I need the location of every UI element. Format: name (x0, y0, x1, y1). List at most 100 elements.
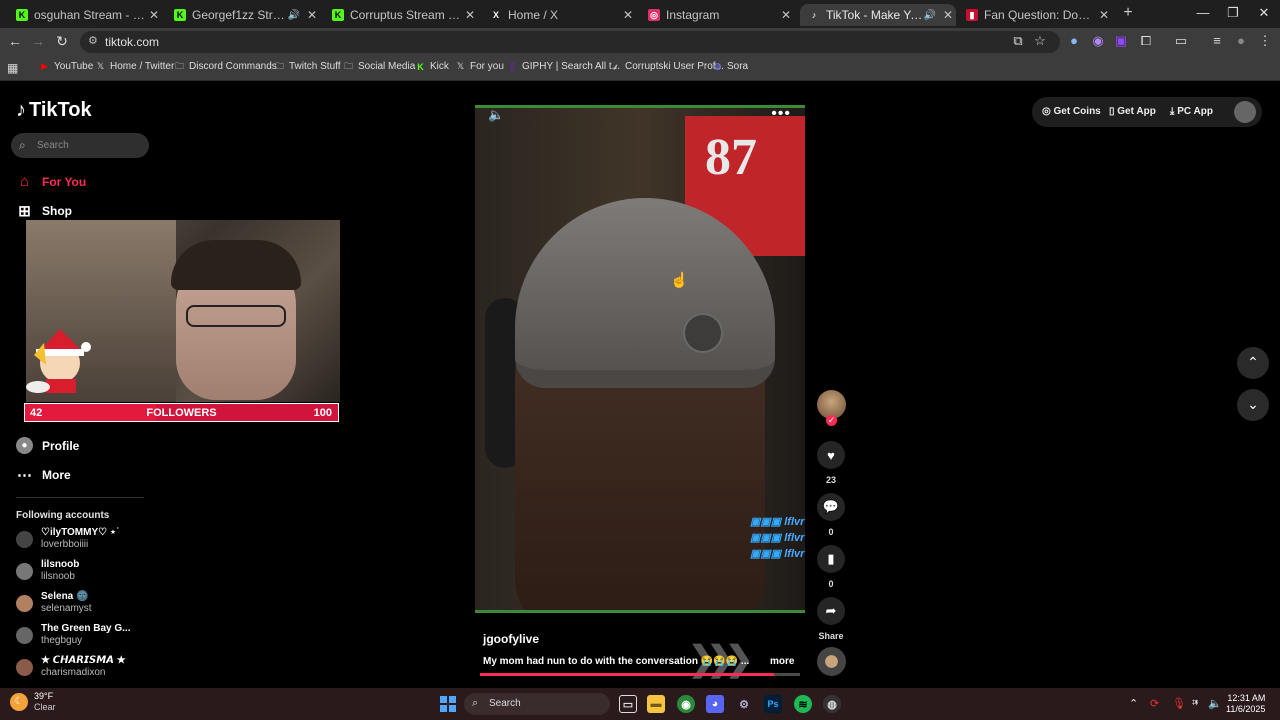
bookmark-for-you[interactable]: 𝕏 For you (455, 61, 504, 72)
following-account[interactable]: The Green Bay G... thegbguy (16, 623, 130, 647)
nav-shop[interactable]: ⊞ Shop (16, 202, 72, 220)
bookmark-twitter[interactable]: 𝕏 Home / Twitter (95, 61, 174, 72)
window-close-button[interactable]: ✕ (1253, 5, 1275, 21)
close-icon[interactable]: ✕ (940, 8, 956, 22)
comment-icon[interactable]: 💬 (817, 493, 845, 521)
tray-overflow-icon[interactable]: ⌃ (1129, 697, 1138, 710)
close-icon[interactable]: ✕ (778, 8, 794, 22)
share-icon[interactable]: ➦ (817, 597, 845, 625)
chrome-icon[interactable]: ◉ (677, 695, 695, 713)
browser-tab[interactable]: X Home / X ✕ (482, 4, 636, 26)
discord-icon[interactable]: ◕ (706, 695, 724, 713)
reload-button[interactable]: ↻ (53, 33, 71, 50)
get-app-label: Get App (1117, 106, 1156, 117)
speaker-icon[interactable]: 🔊 (924, 10, 936, 21)
tiktok-logo[interactable]: ♪ TikTok (16, 99, 92, 122)
speaker-icon[interactable]: 🔊 (288, 10, 300, 21)
sora-icon: ◍ (713, 61, 722, 71)
bookmark-sora[interactable]: ◍ Sora (712, 61, 749, 72)
site-info-icon[interactable]: ⚙ (88, 34, 98, 47)
wifi-icon[interactable]: ◔ (1192, 697, 1199, 709)
pc-app-button[interactable]: ⤓ PC App (1170, 106, 1213, 117)
bookmark-corruptski[interactable]: ⸙ Corruptski User Prof... (610, 61, 724, 72)
browser-tab[interactable]: ▮ Fan Question: Does the fat gam ✕ (958, 4, 1112, 26)
address-bar[interactable]: ⚙ tiktok.com (80, 31, 1060, 53)
like-action[interactable]: ♥ 23 (817, 441, 845, 485)
steam-icon[interactable]: ⚙ (735, 695, 753, 713)
taskbar-search[interactable]: ⌕ Search (464, 693, 610, 715)
tray-app-icon[interactable]: ⟳ (1150, 697, 1159, 710)
new-tab-button[interactable]: + (1120, 4, 1136, 22)
obs-icon[interactable]: ◍ (823, 695, 841, 713)
more-options-icon[interactable]: ••• (771, 105, 791, 123)
save-action[interactable]: ▮ 0 (817, 545, 845, 589)
browser-tab[interactable]: K Corruptus Stream - Kick Dashb ✕ (324, 4, 478, 26)
microphone-icon[interactable]: 🎙 (1172, 697, 1186, 710)
profile-avatar[interactable]: ● (1232, 33, 1250, 48)
following-account[interactable]: lilsnoob lilsnoob (16, 559, 79, 583)
twitch-extension-icon[interactable]: ▣ (1112, 33, 1130, 49)
cast-icon[interactable]: ⧉ (1009, 33, 1027, 49)
close-icon[interactable]: ✕ (620, 8, 636, 22)
heart-icon[interactable]: ♥ (817, 441, 845, 469)
bookmark-folder-social[interactable]: 🗀 Social Media (343, 60, 415, 73)
system-clock[interactable]: 12:31 AM 11/6/2025 (1226, 693, 1265, 715)
back-button[interactable]: ← (6, 33, 24, 49)
get-app-button[interactable]: ▯ Get App (1109, 106, 1156, 117)
extension-icon[interactable]: ◉ (1089, 33, 1107, 49)
extensions-puzzle-icon[interactable]: ⧠ (1137, 33, 1155, 49)
following-account[interactable]: ♡ilyTOMMY♡ ⋆˙ loverbboiiii (16, 527, 119, 551)
nav-profile[interactable]: ● Profile (16, 437, 79, 454)
previous-video-button[interactable]: ⌃ (1237, 347, 1269, 379)
windows-start-icon[interactable] (440, 696, 456, 712)
photoshop-icon[interactable]: Ps (764, 695, 782, 713)
get-coins-button[interactable]: ◎ Get Coins (1042, 106, 1101, 117)
comment-action[interactable]: 💬 0 (817, 493, 845, 537)
browser-tab-active[interactable]: ♪ TikTok - Make Your Day 🔊 ✕ (800, 4, 956, 26)
music-disc-icon[interactable] (817, 647, 846, 676)
video-progress-bar[interactable] (480, 673, 800, 676)
minimize-button[interactable]: — (1192, 5, 1214, 20)
taskbar-search-label: Search (489, 698, 521, 709)
apps-grid-icon[interactable]: ▦ (7, 61, 18, 75)
media-icon[interactable]: ≡ (1208, 33, 1226, 48)
following-account[interactable]: ★ 𝘾𝙃𝘼𝙍𝙄𝙎𝙈𝘼 ★ charismadixon (16, 655, 126, 679)
following-account[interactable]: Selena 🌚 selenamyst (16, 591, 92, 615)
volume-icon[interactable]: 🔈 (1208, 697, 1222, 710)
search-icon: ⌕ (19, 138, 26, 152)
bookmark-icon[interactable]: ▮ (817, 545, 845, 573)
folder-icon: 🗀 (343, 60, 353, 71)
user-avatar[interactable] (1234, 101, 1256, 123)
caption-more-link[interactable]: more (770, 656, 794, 667)
maximize-button[interactable]: ❐ (1222, 5, 1244, 21)
bookmark-youtube[interactable]: ▶ YouTube (39, 61, 93, 72)
bookmark-giphy[interactable]: ▯ GIPHY | Search All t... (507, 61, 620, 72)
extension-icon[interactable]: ● (1065, 33, 1083, 48)
video-username[interactable]: jgoofylive (483, 632, 539, 646)
browser-tab[interactable]: K Georgef1zz Stream - Watch 🔊 ✕ (166, 4, 320, 26)
close-icon[interactable]: ✕ (304, 8, 320, 22)
follow-check-icon[interactable]: ✓ (826, 415, 837, 426)
bookmark-folder-twitch[interactable]: 🗀 Twitch Stuff (274, 61, 341, 73)
nav-more[interactable]: ⋯ More (16, 466, 71, 484)
file-explorer-icon[interactable]: ▬ (647, 695, 665, 713)
spotify-icon[interactable]: ≋ (794, 695, 812, 713)
browser-tab[interactable]: ◎ Instagram ✕ (640, 4, 794, 26)
close-icon[interactable]: ✕ (146, 8, 162, 22)
weather-widget[interactable]: ☾ 39°F Clear (10, 691, 56, 713)
browser-tab[interactable]: K osguhan Stream - Kick Dashbo ✕ (8, 4, 162, 26)
task-view-icon[interactable]: ▭ (619, 695, 637, 713)
search-input[interactable]: ⌕ Search (11, 133, 149, 158)
bookmark-kick[interactable]: K Kick (415, 61, 449, 72)
bookmark-star-icon[interactable]: ☆ (1031, 33, 1049, 49)
close-icon[interactable]: ✕ (462, 8, 478, 22)
forward-button[interactable]: → (29, 33, 47, 49)
bookmark-folder-discord[interactable]: 🗀 Discord Commands (174, 61, 277, 73)
sidebar-icon[interactable]: ▭ (1172, 33, 1190, 49)
share-action[interactable]: ➦ Share (817, 597, 845, 641)
nav-for-you[interactable]: ⌂ For You (16, 173, 86, 190)
close-icon[interactable]: ✕ (1096, 8, 1112, 22)
volume-icon[interactable]: 🔈 (488, 107, 504, 123)
next-video-button[interactable]: ⌄ (1237, 389, 1269, 421)
menu-icon[interactable]: ⋮ (1256, 33, 1274, 49)
